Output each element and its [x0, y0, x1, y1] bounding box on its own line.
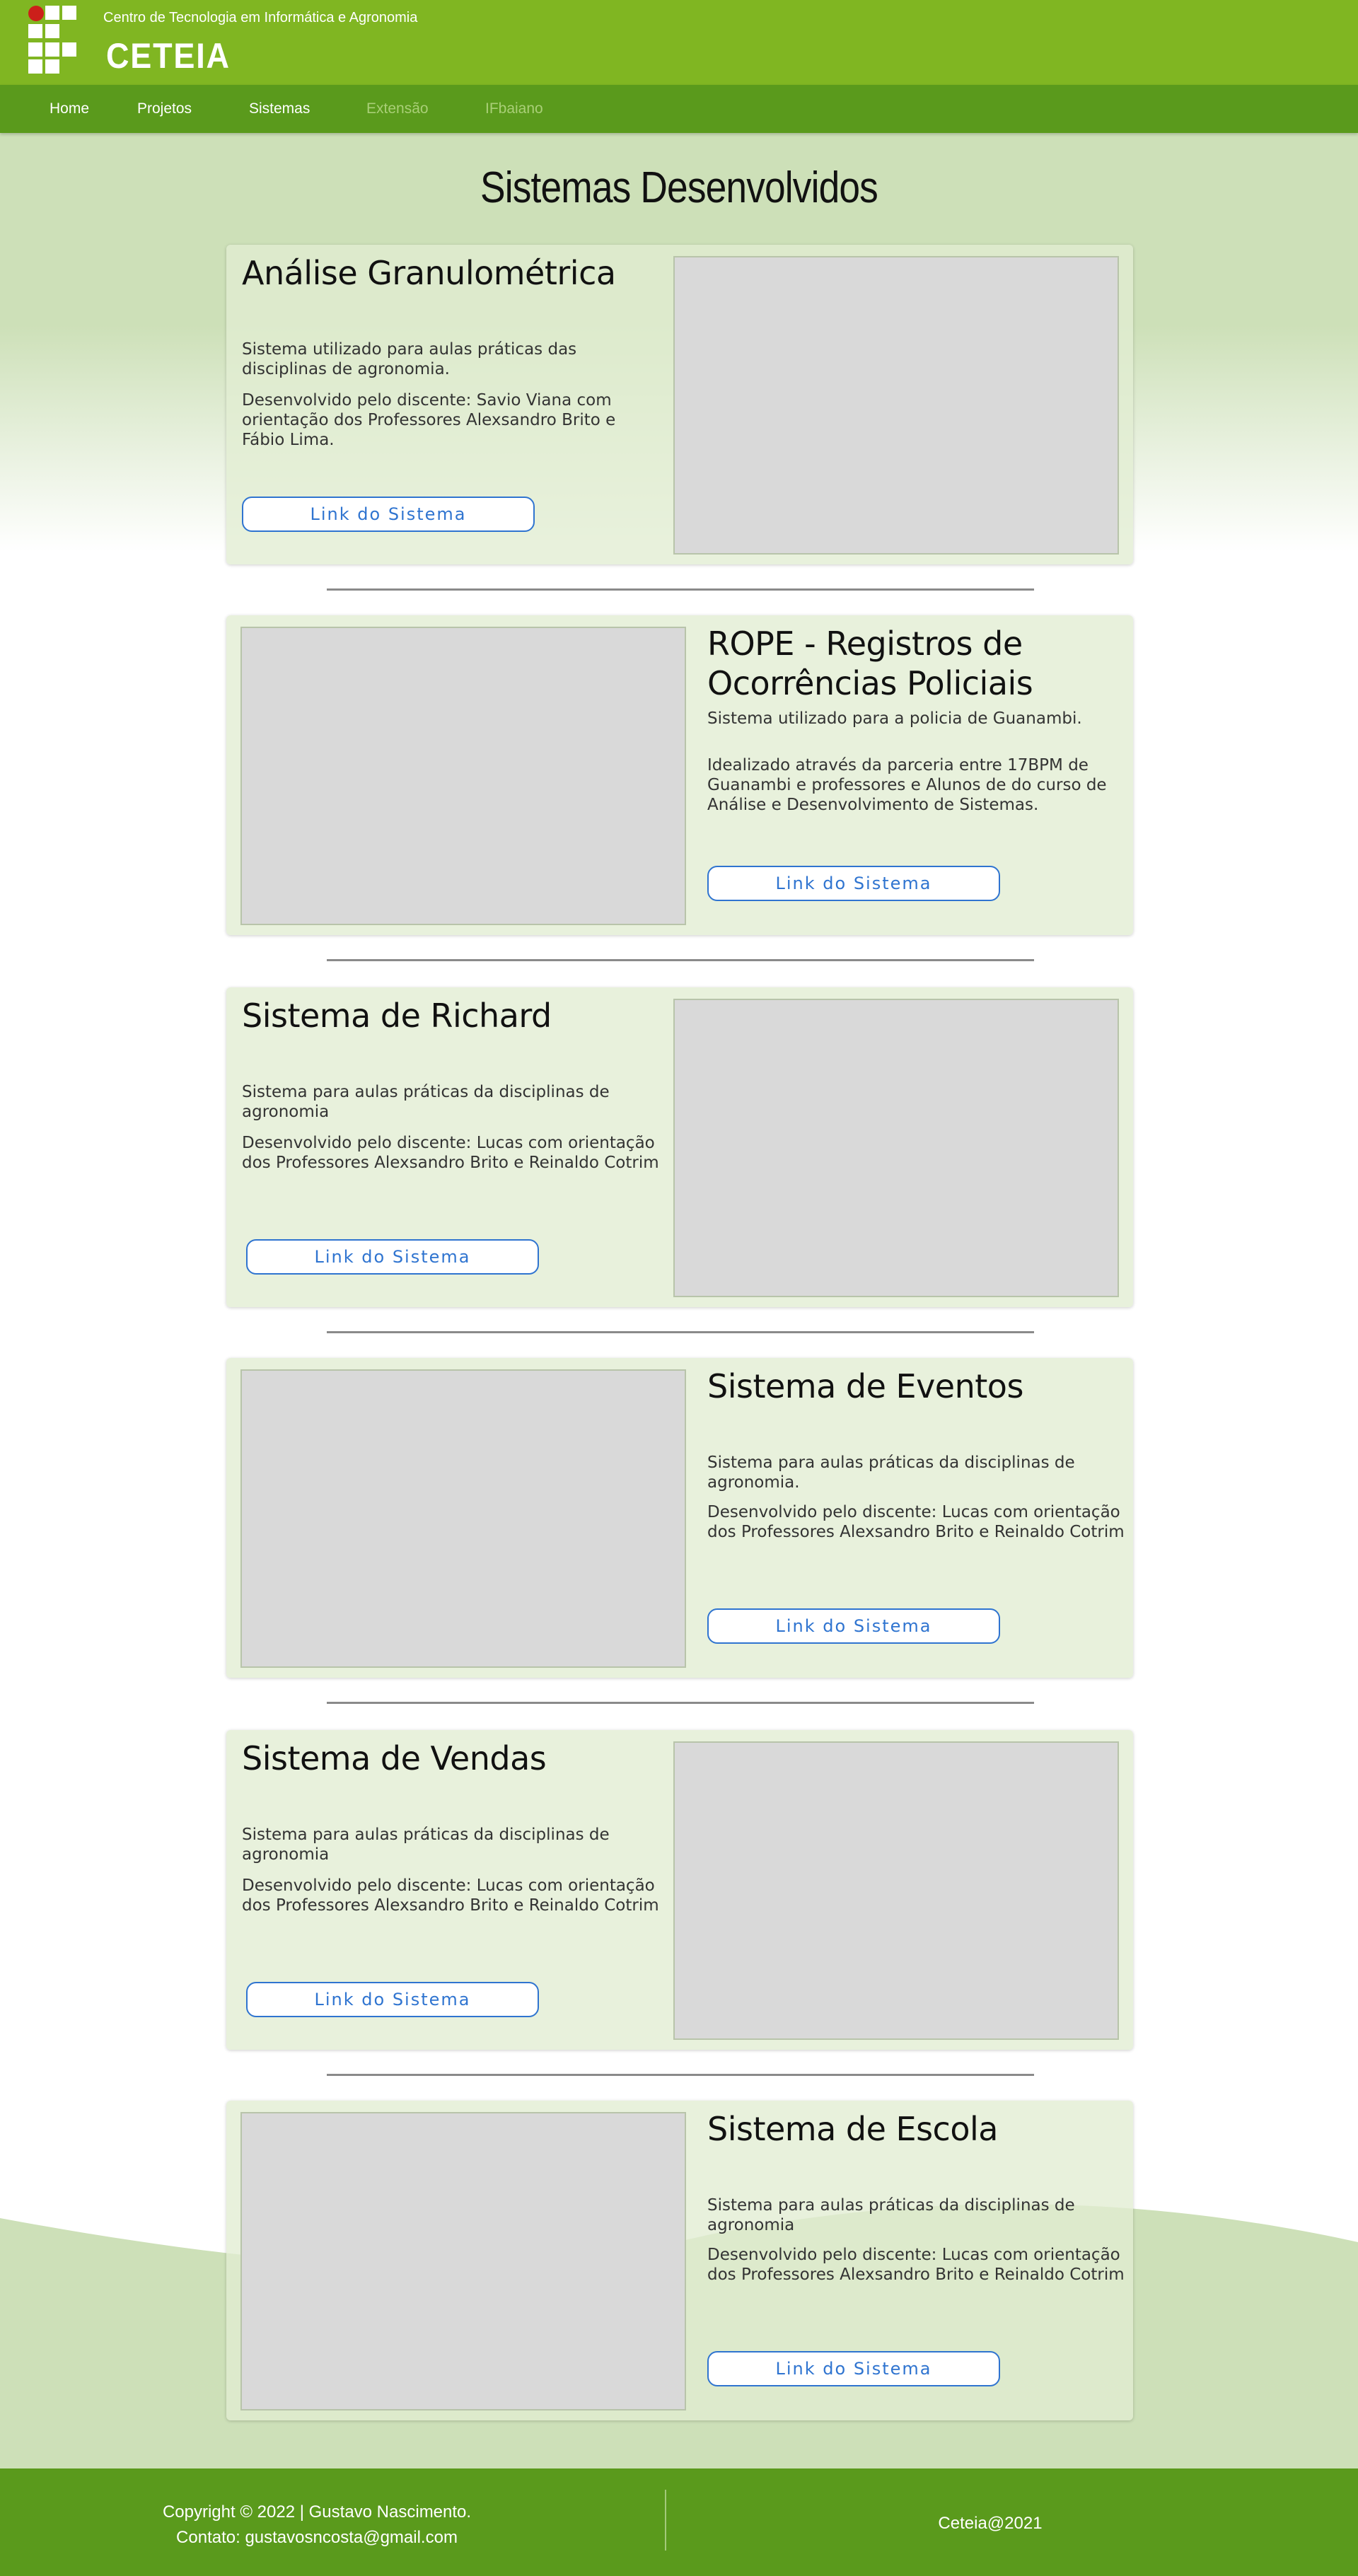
- contact-email[interactable]: Contato: gustavosncosta@gmail.com: [119, 2525, 515, 2551]
- footer-divider: [665, 2490, 666, 2551]
- system-screenshot-placeholder: [673, 256, 1119, 555]
- system-card: Sistema de Vendas Sistema para aulas prá…: [226, 1730, 1133, 2050]
- system-screenshot-placeholder: [240, 627, 686, 925]
- card-text: ROPE - Registros de Ocorrências Policiai…: [707, 624, 1125, 815]
- logo-square: [45, 42, 59, 57]
- system-card: Análise Granulométrica Sistema utilizado…: [226, 245, 1133, 564]
- card-title: ROPE - Registros de Ocorrências Policiai…: [707, 625, 1033, 702]
- nav-item-projetos[interactable]: Projetos: [137, 85, 192, 133]
- logo-square: [62, 42, 76, 57]
- system-card: ROPE - Registros de Ocorrências Policiai…: [226, 615, 1133, 935]
- footer-copyright: Copyright © 2022 | Gustavo Nascimento. C…: [119, 2500, 515, 2551]
- footer-brand: Ceteia@2021: [938, 2514, 1043, 2533]
- card-text: Sistema de Richard Sistema para aulas pr…: [242, 996, 659, 1173]
- section-divider: [327, 959, 1034, 961]
- system-screenshot-placeholder: [240, 2112, 686, 2410]
- nav-item-sistemas[interactable]: Sistemas: [249, 85, 310, 133]
- logo-square: [45, 6, 59, 20]
- card-text: Análise Granulométrica Sistema utilizado…: [242, 253, 659, 450]
- card-credits: Idealizado através da parceria entre 17B…: [707, 756, 1107, 814]
- card-title: Sistema de Vendas: [242, 1739, 547, 1777]
- brand-name[interactable]: CETEIA: [106, 35, 231, 76]
- system-screenshot-placeholder: [673, 999, 1119, 1297]
- card-text: Sistema de Eventos Sistema para aulas pr…: [707, 1367, 1125, 1542]
- logo-square: [45, 59, 59, 74]
- system-link-button[interactable]: Link do Sistema: [707, 1608, 1000, 1644]
- card-description: Sistema utilizado para a policia de Guan…: [707, 709, 1082, 728]
- site-header: Centro de Tecnologia em Informática e Ag…: [0, 0, 1358, 85]
- card-credits: Desenvolvido pelo discente: Lucas com or…: [242, 1876, 659, 1915]
- card-title: Sistema de Eventos: [707, 1367, 1023, 1405]
- card-description: Sistema para aulas práticas da disciplin…: [242, 1083, 610, 1121]
- nav-item-extensao[interactable]: Extensão: [366, 85, 429, 133]
- system-link-button[interactable]: Link do Sistema: [707, 2351, 1000, 2386]
- logo-red-dot: [28, 6, 44, 21]
- nav-item-ifbaiano[interactable]: IFbaiano: [485, 85, 543, 133]
- card-credits: Desenvolvido pelo discente: Savio Viana …: [242, 391, 616, 449]
- card-title: Sistema de Richard: [242, 997, 552, 1035]
- site-footer: Copyright © 2022 | Gustavo Nascimento. C…: [0, 2468, 1358, 2576]
- card-credits: Desenvolvido pelo discente: Lucas com or…: [707, 1503, 1125, 1541]
- system-card: Sistema de Eventos Sistema para aulas pr…: [226, 1358, 1133, 1678]
- section-divider: [327, 588, 1034, 591]
- main-nav: Home Projetos Sistemas Extensão IFbaiano: [0, 85, 1358, 133]
- card-credits: Desenvolvido pelo discente: Lucas com or…: [242, 1134, 659, 1172]
- logo-square: [62, 6, 76, 20]
- logo-square: [45, 24, 59, 38]
- section-divider: [327, 1331, 1034, 1333]
- card-title: Sistema de Escola: [707, 2110, 998, 2148]
- system-link-button[interactable]: Link do Sistema: [246, 1982, 539, 2017]
- system-link-button[interactable]: Link do Sistema: [707, 866, 1000, 901]
- system-card: Sistema de Escola Sistema para aulas prá…: [226, 2101, 1133, 2420]
- logo-square: [28, 24, 42, 38]
- logo-square: [28, 59, 42, 74]
- card-description: Sistema para aulas práticas da disciplin…: [242, 1826, 610, 1864]
- institution-name: Centro de Tecnologia em Informática e Ag…: [103, 10, 418, 25]
- logo-square: [28, 42, 42, 57]
- system-link-button[interactable]: Link do Sistema: [242, 497, 535, 532]
- card-description: Sistema para aulas práticas da disciplin…: [707, 1454, 1075, 1492]
- ifbaiano-logo-icon[interactable]: [28, 6, 78, 74]
- card-text: Sistema de Vendas Sistema para aulas prá…: [242, 1739, 659, 1915]
- card-credits: Desenvolvido pelo discente: Lucas com or…: [707, 2246, 1125, 2284]
- card-description: Sistema utilizado para aulas práticas da…: [242, 340, 577, 378]
- card-description: Sistema para aulas práticas da disciplin…: [707, 2196, 1075, 2234]
- system-screenshot-placeholder: [673, 1741, 1119, 2040]
- system-screenshot-placeholder: [240, 1369, 686, 1668]
- section-divider: [327, 1702, 1034, 1704]
- card-title: Análise Granulométrica: [242, 254, 616, 292]
- system-card: Sistema de Richard Sistema para aulas pr…: [226, 987, 1133, 1307]
- copyright-text: Copyright © 2022 | Gustavo Nascimento.: [162, 2502, 472, 2522]
- card-text: Sistema de Escola Sistema para aulas prá…: [707, 2109, 1125, 2285]
- section-divider: [327, 2074, 1034, 2076]
- page-title: Sistemas Desenvolvidos: [480, 163, 878, 212]
- system-link-button[interactable]: Link do Sistema: [246, 1239, 539, 1275]
- nav-item-home[interactable]: Home: [50, 85, 89, 133]
